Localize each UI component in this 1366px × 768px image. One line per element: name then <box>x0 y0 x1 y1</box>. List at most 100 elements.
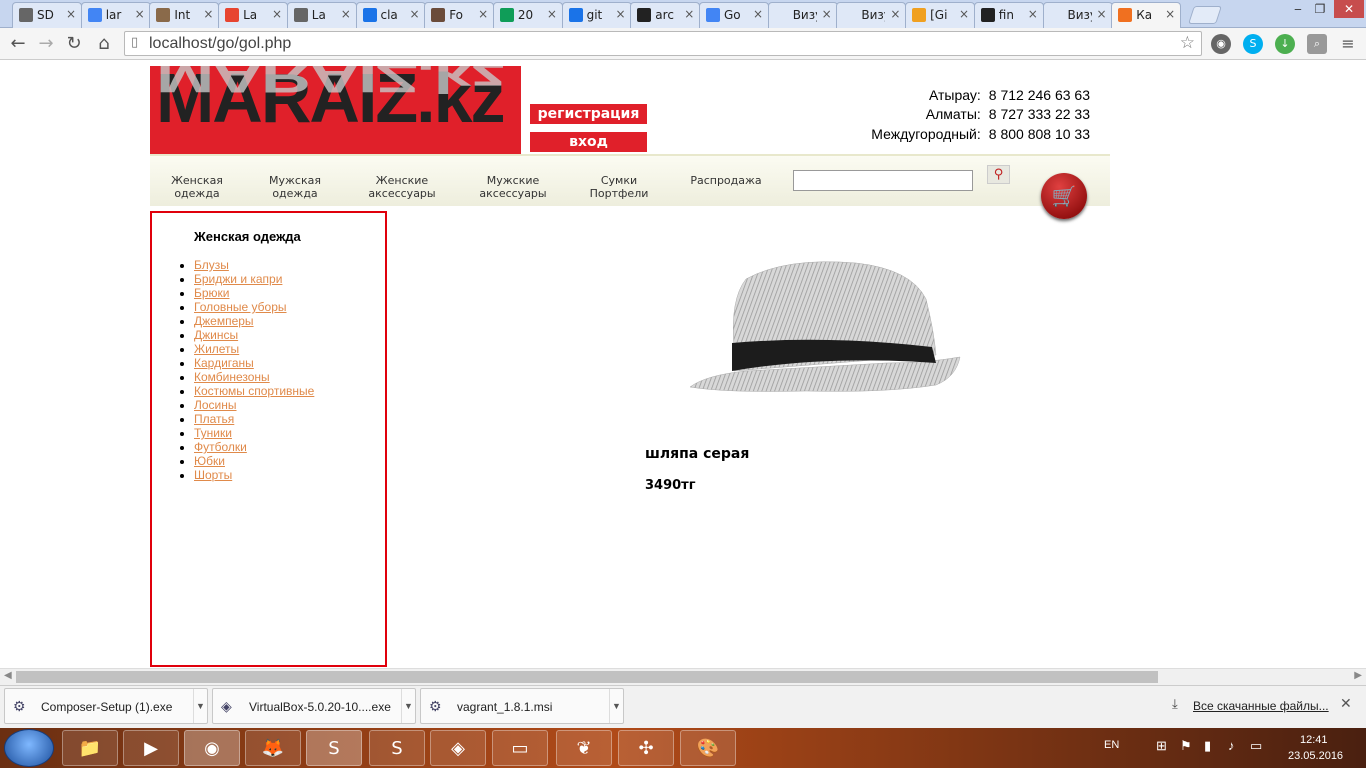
sublime-text-icon[interactable]: S <box>306 730 362 766</box>
product-image[interactable] <box>686 259 964 399</box>
category-link[interactable]: Туники <box>194 426 232 440</box>
leaf-app-icon[interactable]: ❦ <box>556 730 612 766</box>
tab-close-icon[interactable]: × <box>1165 7 1175 21</box>
close-window-icon[interactable]: ✕ <box>1334 0 1364 18</box>
browser-tab[interactable]: Визуа × <box>767 2 838 28</box>
clock-time[interactable]: 12:41 <box>1300 734 1328 746</box>
chevron-down-icon[interactable]: ▼ <box>609 689 623 723</box>
tray-arrow-icon[interactable]: ⊞ <box>1156 738 1167 754</box>
browser-tab[interactable]: cla × <box>355 2 426 28</box>
forward-arrow-icon[interactable]: → <box>34 32 58 56</box>
browser-tab[interactable]: La × <box>286 2 357 28</box>
tab-close-icon[interactable]: × <box>616 7 626 21</box>
cart-button[interactable]: 🛒 <box>1041 173 1087 219</box>
tab-close-icon[interactable]: × <box>1096 7 1106 21</box>
scroll-left-arrow-icon[interactable]: ◀ <box>4 670 12 681</box>
download-item[interactable]: ⚙ vagrant_1.8.1.msi ▼ <box>420 688 624 724</box>
tab-close-icon[interactable]: × <box>478 7 488 21</box>
menu-item-mens-accessories[interactable]: Мужские аксессуары <box>473 174 553 200</box>
browser-tab[interactable]: [Gi × <box>905 2 976 28</box>
tab-close-icon[interactable]: × <box>409 7 419 21</box>
explorer-icon[interactable]: 📁 <box>62 730 118 766</box>
terminal-icon[interactable]: ▭ <box>492 730 548 766</box>
category-link[interactable]: Джинсы <box>194 328 238 342</box>
category-link[interactable]: Комбинезоны <box>194 370 270 384</box>
browser-tab[interactable]: La × <box>218 2 289 28</box>
tab-close-icon[interactable]: × <box>822 7 832 21</box>
tab-close-icon[interactable]: × <box>890 7 900 21</box>
tab-close-icon[interactable]: × <box>66 7 76 21</box>
browser-tab[interactable]: 20 × <box>492 2 563 28</box>
browser-tab[interactable]: arc × <box>630 2 701 28</box>
back-arrow-icon[interactable]: ← <box>6 32 30 56</box>
menu-icon[interactable]: ≡ <box>1338 34 1358 54</box>
category-link[interactable]: Кардиганы <box>194 356 254 370</box>
skype-extension-icon[interactable]: S <box>1243 34 1263 54</box>
menu-item-bags[interactable]: Сумки Портфели <box>584 174 654 200</box>
download-extension-icon[interactable]: ↓ <box>1275 34 1295 54</box>
menu-item-womens-clothing[interactable]: Женская одежда <box>162 174 232 200</box>
login-button[interactable]: вход <box>530 132 647 152</box>
browser-tab[interactable]: lar × <box>80 2 151 28</box>
tab-close-icon[interactable]: × <box>135 7 145 21</box>
home-icon[interactable]: ⌂ <box>92 32 116 56</box>
scroll-right-arrow-icon[interactable]: ▶ <box>1354 670 1362 681</box>
browser-tab[interactable]: Визуа × <box>1042 2 1113 28</box>
volume-icon[interactable]: ♪ <box>1228 738 1235 753</box>
zoom-extension-icon[interactable]: ⌕ <box>1307 34 1327 54</box>
category-link[interactable]: Юбки <box>194 454 225 468</box>
chevron-down-icon[interactable]: ▼ <box>193 689 207 723</box>
tab-close-icon[interactable]: × <box>684 7 694 21</box>
browser-tab[interactable]: Ка × <box>1111 2 1182 28</box>
browser-tab[interactable]: SD × <box>12 2 82 28</box>
download-item[interactable]: ⚙ Composer-Setup (1).exe ▼ <box>4 688 208 724</box>
tab-close-icon[interactable]: × <box>1028 7 1038 21</box>
category-link[interactable]: Лосины <box>194 398 237 412</box>
menu-item-mens-clothing[interactable]: Мужская одежда <box>260 174 330 200</box>
category-link[interactable]: Джемперы <box>194 314 254 328</box>
register-button[interactable]: регистрация <box>530 104 647 124</box>
close-icon[interactable]: ✕ <box>1340 696 1352 712</box>
download-item[interactable]: ◈ VirtualBox-5.0.20-10....exe ▼ <box>212 688 416 724</box>
show-all-downloads-link[interactable]: Все скачанные файлы... <box>1193 699 1329 713</box>
category-link[interactable]: Брюки <box>194 286 230 300</box>
firefox-icon[interactable]: 🦊 <box>245 730 301 766</box>
tab-close-icon[interactable]: × <box>341 7 351 21</box>
browser-tab[interactable]: Go × <box>699 2 769 28</box>
media-player-icon[interactable]: ▶ <box>123 730 179 766</box>
chrome-icon[interactable]: ◉ <box>184 730 240 766</box>
language-indicator[interactable]: EN <box>1104 739 1119 751</box>
xampp-icon[interactable]: ✣ <box>618 730 674 766</box>
paint-icon[interactable]: 🎨 <box>680 730 736 766</box>
site-logo[interactable]: MARAIZ.kz MARAIZ.kz <box>150 66 521 154</box>
battery-icon[interactable]: ▭ <box>1250 738 1262 754</box>
tab-close-icon[interactable]: × <box>959 7 969 21</box>
start-button[interactable] <box>4 729 54 767</box>
browser-tab[interactable]: Визуа × <box>836 2 907 28</box>
horizontal-scrollbar[interactable]: ◀ ▶ <box>0 668 1366 685</box>
browser-tab[interactable]: Fo × <box>424 2 495 28</box>
category-link[interactable]: Шорты <box>194 468 232 482</box>
tab-close-icon[interactable]: × <box>547 7 557 21</box>
category-link[interactable]: Бриджи и капри <box>194 272 282 286</box>
menu-item-sale[interactable]: Распродажа <box>686 174 766 187</box>
browser-tab[interactable]: git × <box>561 2 632 28</box>
tab-close-icon[interactable]: × <box>272 7 282 21</box>
search-button[interactable]: ⚲ <box>987 165 1010 184</box>
browser-tab[interactable]: Int × <box>149 2 220 28</box>
search-input[interactable] <box>793 170 973 191</box>
flag-icon[interactable]: ⚑ <box>1180 738 1192 754</box>
category-link[interactable]: Футболки <box>194 440 247 454</box>
maximize-icon[interactable]: ❐ <box>1306 0 1334 18</box>
menu-item-womens-accessories[interactable]: Женские аксессуары <box>362 174 442 200</box>
tab-close-icon[interactable]: × <box>753 7 763 21</box>
tab-close-icon[interactable]: × <box>203 7 213 21</box>
category-link[interactable]: Головные уборы <box>194 300 287 314</box>
bookmark-star-icon[interactable]: ☆ <box>1180 33 1195 53</box>
category-link[interactable]: Жилеты <box>194 342 239 356</box>
category-link[interactable]: Блузы <box>194 258 229 272</box>
network-icon[interactable]: ▮ <box>1204 738 1211 754</box>
reload-icon[interactable]: ↻ <box>62 32 86 56</box>
category-link[interactable]: Платья <box>194 412 234 426</box>
new-tab-button[interactable] <box>1188 6 1222 24</box>
